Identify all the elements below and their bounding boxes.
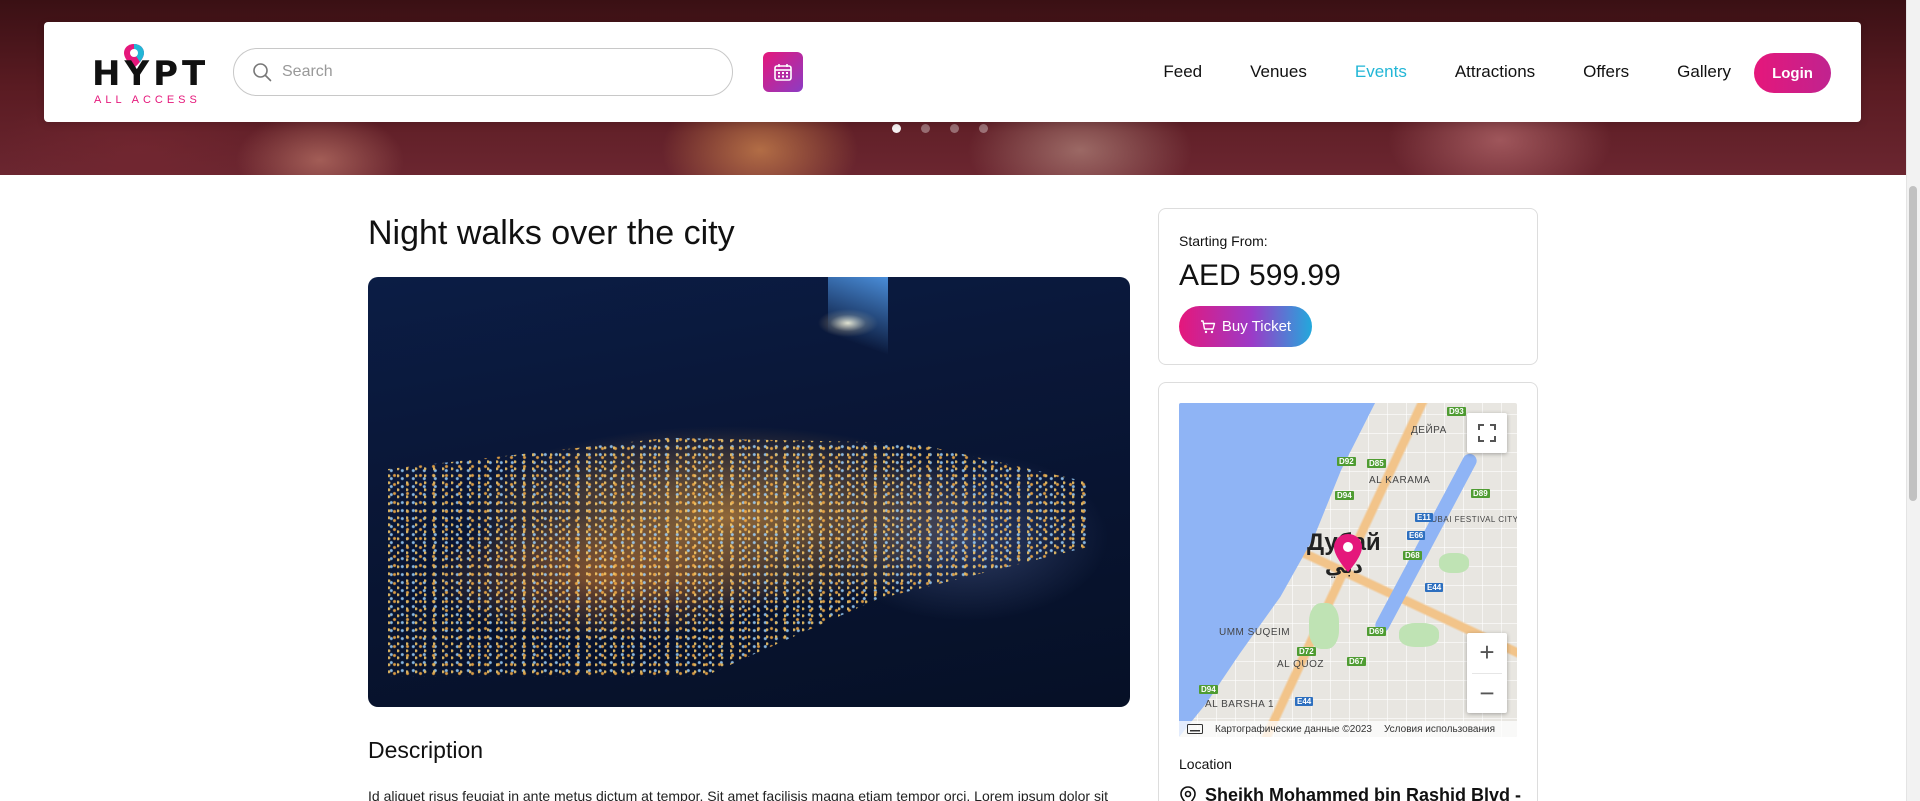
hero-carousel-dots (892, 124, 988, 133)
fullscreen-icon (1478, 424, 1496, 442)
price-label: Starting From: (1179, 233, 1268, 249)
map-label-festival-city: DUBAI FESTIVAL CITY (1425, 515, 1517, 524)
search-icon (253, 63, 272, 82)
map-park (1399, 623, 1439, 647)
map-zoom-controls: + − (1467, 633, 1507, 713)
scrollbar-thumb[interactable] (1909, 186, 1917, 501)
description-heading: Description (368, 737, 484, 763)
map-label-deira: ДЕЙРА (1411, 425, 1447, 436)
image-glare (828, 277, 888, 367)
description-text: Id aliquet risus feugiat in ante metus d… (368, 788, 1108, 801)
map-label-al-barsha: AL BARSHA 1 (1205, 699, 1275, 710)
event-image (368, 277, 1130, 707)
road-badge: D85 (1367, 459, 1386, 468)
road-badge: D94 (1335, 491, 1354, 500)
road-badge: E44 (1295, 697, 1314, 706)
road-badge: E11 (1415, 513, 1433, 522)
main-nav: Feed Venues Events Attractions Offers Ga… (1115, 22, 1731, 122)
location-label: Location (1179, 756, 1232, 772)
location-card: ДЕЙРА AL KARAMA DUBAI FESTIVAL CITY UMM … (1158, 382, 1538, 801)
location-pin-icon (1180, 785, 1196, 801)
buy-ticket-button[interactable]: Buy Ticket (1179, 306, 1312, 347)
carousel-dot[interactable] (950, 124, 959, 133)
nav-link-events[interactable]: Events (1355, 62, 1407, 82)
nav-link-feed[interactable]: Feed (1163, 62, 1202, 82)
search-input[interactable] (282, 63, 702, 81)
price-value: AED 599.99 (1179, 259, 1341, 292)
road-badge: D69 (1367, 627, 1386, 636)
nav-link-offers[interactable]: Offers (1583, 62, 1629, 82)
map-label-al-karama: AL KARAMA (1369, 475, 1431, 486)
calendar-button[interactable] (763, 52, 803, 92)
buy-ticket-label: Buy Ticket (1221, 318, 1292, 335)
keyboard-icon[interactable] (1187, 724, 1203, 734)
map-fullscreen-button[interactable] (1467, 413, 1507, 453)
road-badge: E66 (1407, 531, 1426, 540)
map-footer: Картографические данные ©2023 Условия ис… (1179, 721, 1517, 737)
location-address-text: Sheikh Mohammed bin Rashid Blvd - (1205, 785, 1522, 801)
search-bar[interactable] (233, 48, 733, 96)
price-card: Starting From: AED 599.99 Buy Ticket (1158, 208, 1538, 365)
page-scrollbar[interactable] (1906, 0, 1920, 801)
map-data-credit: Картографические данные ©2023 (1215, 723, 1372, 735)
calendar-icon (774, 64, 792, 81)
road-badge: D89 (1471, 489, 1490, 498)
map-terms-link[interactable]: Условия использования (1384, 724, 1495, 735)
nav-link-gallery[interactable]: Gallery (1677, 62, 1731, 82)
login-button[interactable]: Login (1754, 53, 1831, 93)
image-city-lights (388, 437, 1088, 677)
road-badge: E44 (1425, 583, 1444, 592)
road-badge: D72 (1297, 647, 1316, 656)
brand-tagline: ALL ACCESS (94, 94, 201, 106)
carousel-dot[interactable] (979, 124, 988, 133)
event-title: Night walks over the city (368, 214, 735, 252)
road-badge: D94 (1199, 685, 1218, 694)
map-label-umm-suqeim: UMM SUQEIM (1219, 627, 1291, 638)
top-navbar: HYPT ALL ACCESS Feed Venues Events Attra… (44, 22, 1861, 122)
nav-link-attractions[interactable]: Attractions (1455, 62, 1535, 82)
map-zoom-in-button[interactable]: + (1467, 633, 1507, 673)
map-park (1309, 603, 1339, 649)
road-badge: D68 (1403, 551, 1422, 560)
carousel-dot[interactable] (921, 124, 930, 133)
map-park (1439, 553, 1469, 573)
cart-icon (1200, 319, 1216, 333)
carousel-dot[interactable] (892, 124, 901, 133)
road-badge: D67 (1347, 657, 1366, 666)
road-badge: D92 (1337, 457, 1356, 466)
road-badge: D93 (1447, 407, 1466, 416)
location-map[interactable]: ДЕЙРА AL KARAMA DUBAI FESTIVAL CITY UMM … (1179, 403, 1517, 737)
map-zoom-out-button[interactable]: − (1467, 673, 1507, 713)
brand-wordmark: HYPT (92, 54, 210, 94)
brand-logo[interactable]: HYPT ALL ACCESS (92, 42, 212, 106)
location-address: Sheikh Mohammed bin Rashid Blvd - (1179, 785, 1521, 801)
map-label-al-quoz: AL QUOZ (1277, 659, 1325, 670)
map-marker-icon[interactable] (1333, 533, 1363, 573)
nav-link-venues[interactable]: Venues (1250, 62, 1307, 82)
